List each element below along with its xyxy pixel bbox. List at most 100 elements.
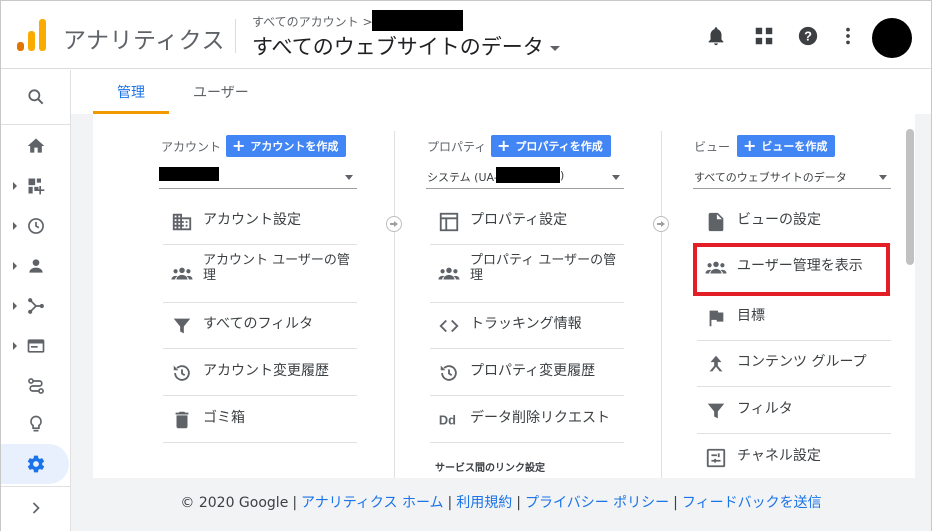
tracking-info-item[interactable]: トラッキング情報 xyxy=(430,303,624,349)
trash-label: ゴミ箱 xyxy=(203,410,245,426)
filter-icon xyxy=(707,403,725,419)
apps-grid-icon[interactable] xyxy=(753,25,775,47)
property-user-management-item[interactable]: プロパティ ユーザーの管理 xyxy=(430,245,624,303)
tracking-info-label: トラッキング情報 xyxy=(470,316,582,332)
property-settings-item[interactable]: プロパティ設定 xyxy=(430,199,624,245)
behavior-icon xyxy=(27,339,45,353)
nav-acquisition[interactable] xyxy=(1,288,71,324)
nav-audience[interactable] xyxy=(1,248,71,284)
view-column-header: ビュー xyxy=(694,140,731,154)
realtime-clock-icon xyxy=(28,218,44,234)
nav-conversions[interactable] xyxy=(1,368,71,404)
history-icon xyxy=(173,365,190,381)
terms-link[interactable]: 利用規約 xyxy=(456,495,512,511)
dropdown-arrow-icon xyxy=(879,175,887,180)
content-grouping-item[interactable]: コンテンツ グループ xyxy=(697,341,891,387)
nav-expand[interactable] xyxy=(1,490,71,526)
footer-separator: | xyxy=(292,495,298,511)
nav-customization[interactable] xyxy=(1,168,71,204)
all-filters-item[interactable]: すべてのフィルタ xyxy=(163,303,357,349)
conversions-icon xyxy=(28,378,44,394)
account-user-management-item[interactable]: アカウント ユーザーの管理 xyxy=(163,245,357,303)
expand-arrow-icon xyxy=(13,302,17,310)
analytics-logo-icon[interactable] xyxy=(17,19,47,51)
breadcrumb[interactable]: すべてのアカウント > xyxy=(252,13,373,30)
flag-icon xyxy=(709,310,724,327)
dropdown-arrow-icon xyxy=(345,175,353,180)
app-name[interactable]: アナリティクス xyxy=(63,21,225,55)
property-settings-label: プロパティ設定 xyxy=(470,212,568,228)
channel-settings-icon xyxy=(706,448,726,468)
data-deletion-request-item[interactable]: Dd データ削除リクエスト xyxy=(430,397,624,443)
content-group-icon xyxy=(709,355,723,372)
property-change-history-item[interactable]: プロパティ変更履歴 xyxy=(430,350,624,396)
expand-arrow-icon xyxy=(13,262,17,270)
property-selector-prefix: システム (UA- xyxy=(427,171,498,184)
account-change-history-label: アカウント変更履歴 xyxy=(203,363,329,379)
tab-admin[interactable]: 管理 xyxy=(117,82,145,102)
view-title: すべてのウェブサイトのデータ xyxy=(252,35,544,59)
account-settings-item[interactable]: アカウント設定 xyxy=(163,199,357,245)
create-property-button[interactable]: + プロパティを作成 xyxy=(491,135,611,157)
create-view-label: ビューを作成 xyxy=(761,140,828,153)
trash-icon xyxy=(175,411,189,429)
people-icon xyxy=(171,267,193,280)
view-settings-item[interactable]: ビューの設定 xyxy=(697,199,891,245)
redacted-account xyxy=(159,167,219,181)
goals-item[interactable]: 目標 xyxy=(697,295,891,341)
lightbulb-icon xyxy=(30,415,42,432)
search-icon xyxy=(28,89,44,105)
account-column-header: アカウント xyxy=(161,140,222,154)
trash-item[interactable]: ゴミ箱 xyxy=(163,397,357,443)
view-dropdown-text: すべてのウェブサイトのデータ xyxy=(694,171,847,184)
header-divider xyxy=(235,19,236,53)
channel-settings-item[interactable]: チャネル設定 xyxy=(697,435,891,481)
property-column-header: プロパティ xyxy=(427,140,487,154)
account-settings-label: アカウント設定 xyxy=(203,212,301,228)
nav-discover[interactable] xyxy=(1,406,71,442)
top-header: アナリティクス すべてのアカウント > すべてのウェブサイトのデータ ? xyxy=(1,1,931,69)
account-change-history-item[interactable]: アカウント変更履歴 xyxy=(163,350,357,396)
content-grouping-label: コンテンツ グループ xyxy=(737,354,867,370)
avatar[interactable] xyxy=(872,18,912,58)
create-account-button[interactable]: + アカウントを作成 xyxy=(226,135,347,157)
arrow-right-icon xyxy=(386,216,402,232)
create-view-button[interactable]: + ビューを作成 xyxy=(737,135,836,157)
document-icon xyxy=(708,212,724,232)
help-icon[interactable]: ? xyxy=(797,25,819,47)
expand-arrow-icon xyxy=(13,182,17,190)
dd-icon: Dd xyxy=(439,413,456,428)
view-filters-item[interactable]: フィルタ xyxy=(697,388,891,434)
acquisition-icon xyxy=(28,298,44,314)
send-feedback-link[interactable]: フィードバックを送信 xyxy=(682,495,822,511)
footer: © 2020 Google | アナリティクス ホーム | 利用規約 | プライバシー ポリ… xyxy=(71,478,931,531)
scrollbar[interactable] xyxy=(906,129,914,265)
view-filters-label: フィルタ xyxy=(737,401,793,417)
copyright-text: © 2020 Google xyxy=(180,495,289,511)
property-selector[interactable]: システム (UA- ) xyxy=(426,163,624,189)
nav-search[interactable] xyxy=(1,79,71,115)
nav-home[interactable] xyxy=(1,128,71,164)
analytics-home-link[interactable]: アナリティクス ホーム xyxy=(301,495,444,511)
nav-divider xyxy=(1,124,71,125)
tab-user[interactable]: ユーザー xyxy=(193,82,249,102)
nav-divider xyxy=(1,486,71,487)
more-vert-icon[interactable] xyxy=(837,25,859,47)
privacy-policy-link[interactable]: プライバシー ポリシー xyxy=(525,495,669,511)
code-icon xyxy=(439,319,459,333)
history-icon xyxy=(440,365,457,381)
audience-person-icon xyxy=(29,259,43,273)
account-selector[interactable] xyxy=(159,163,357,189)
all-filters-label: すべてのフィルタ xyxy=(203,316,314,332)
dropdown-arrow-icon xyxy=(612,175,620,180)
footer-separator: | xyxy=(447,495,453,511)
nav-admin[interactable] xyxy=(1,446,71,482)
nav-behavior[interactable] xyxy=(1,328,71,364)
nav-realtime[interactable] xyxy=(1,208,71,244)
view-selector[interactable]: すべてのウェブサイトのデータ xyxy=(252,31,560,61)
view-dropdown[interactable]: すべてのウェブサイトのデータ xyxy=(693,163,891,189)
plus-icon: + xyxy=(232,136,246,155)
column-divider xyxy=(394,131,395,478)
expand-arrow-icon xyxy=(13,342,17,350)
notifications-bell-icon[interactable] xyxy=(705,25,727,47)
